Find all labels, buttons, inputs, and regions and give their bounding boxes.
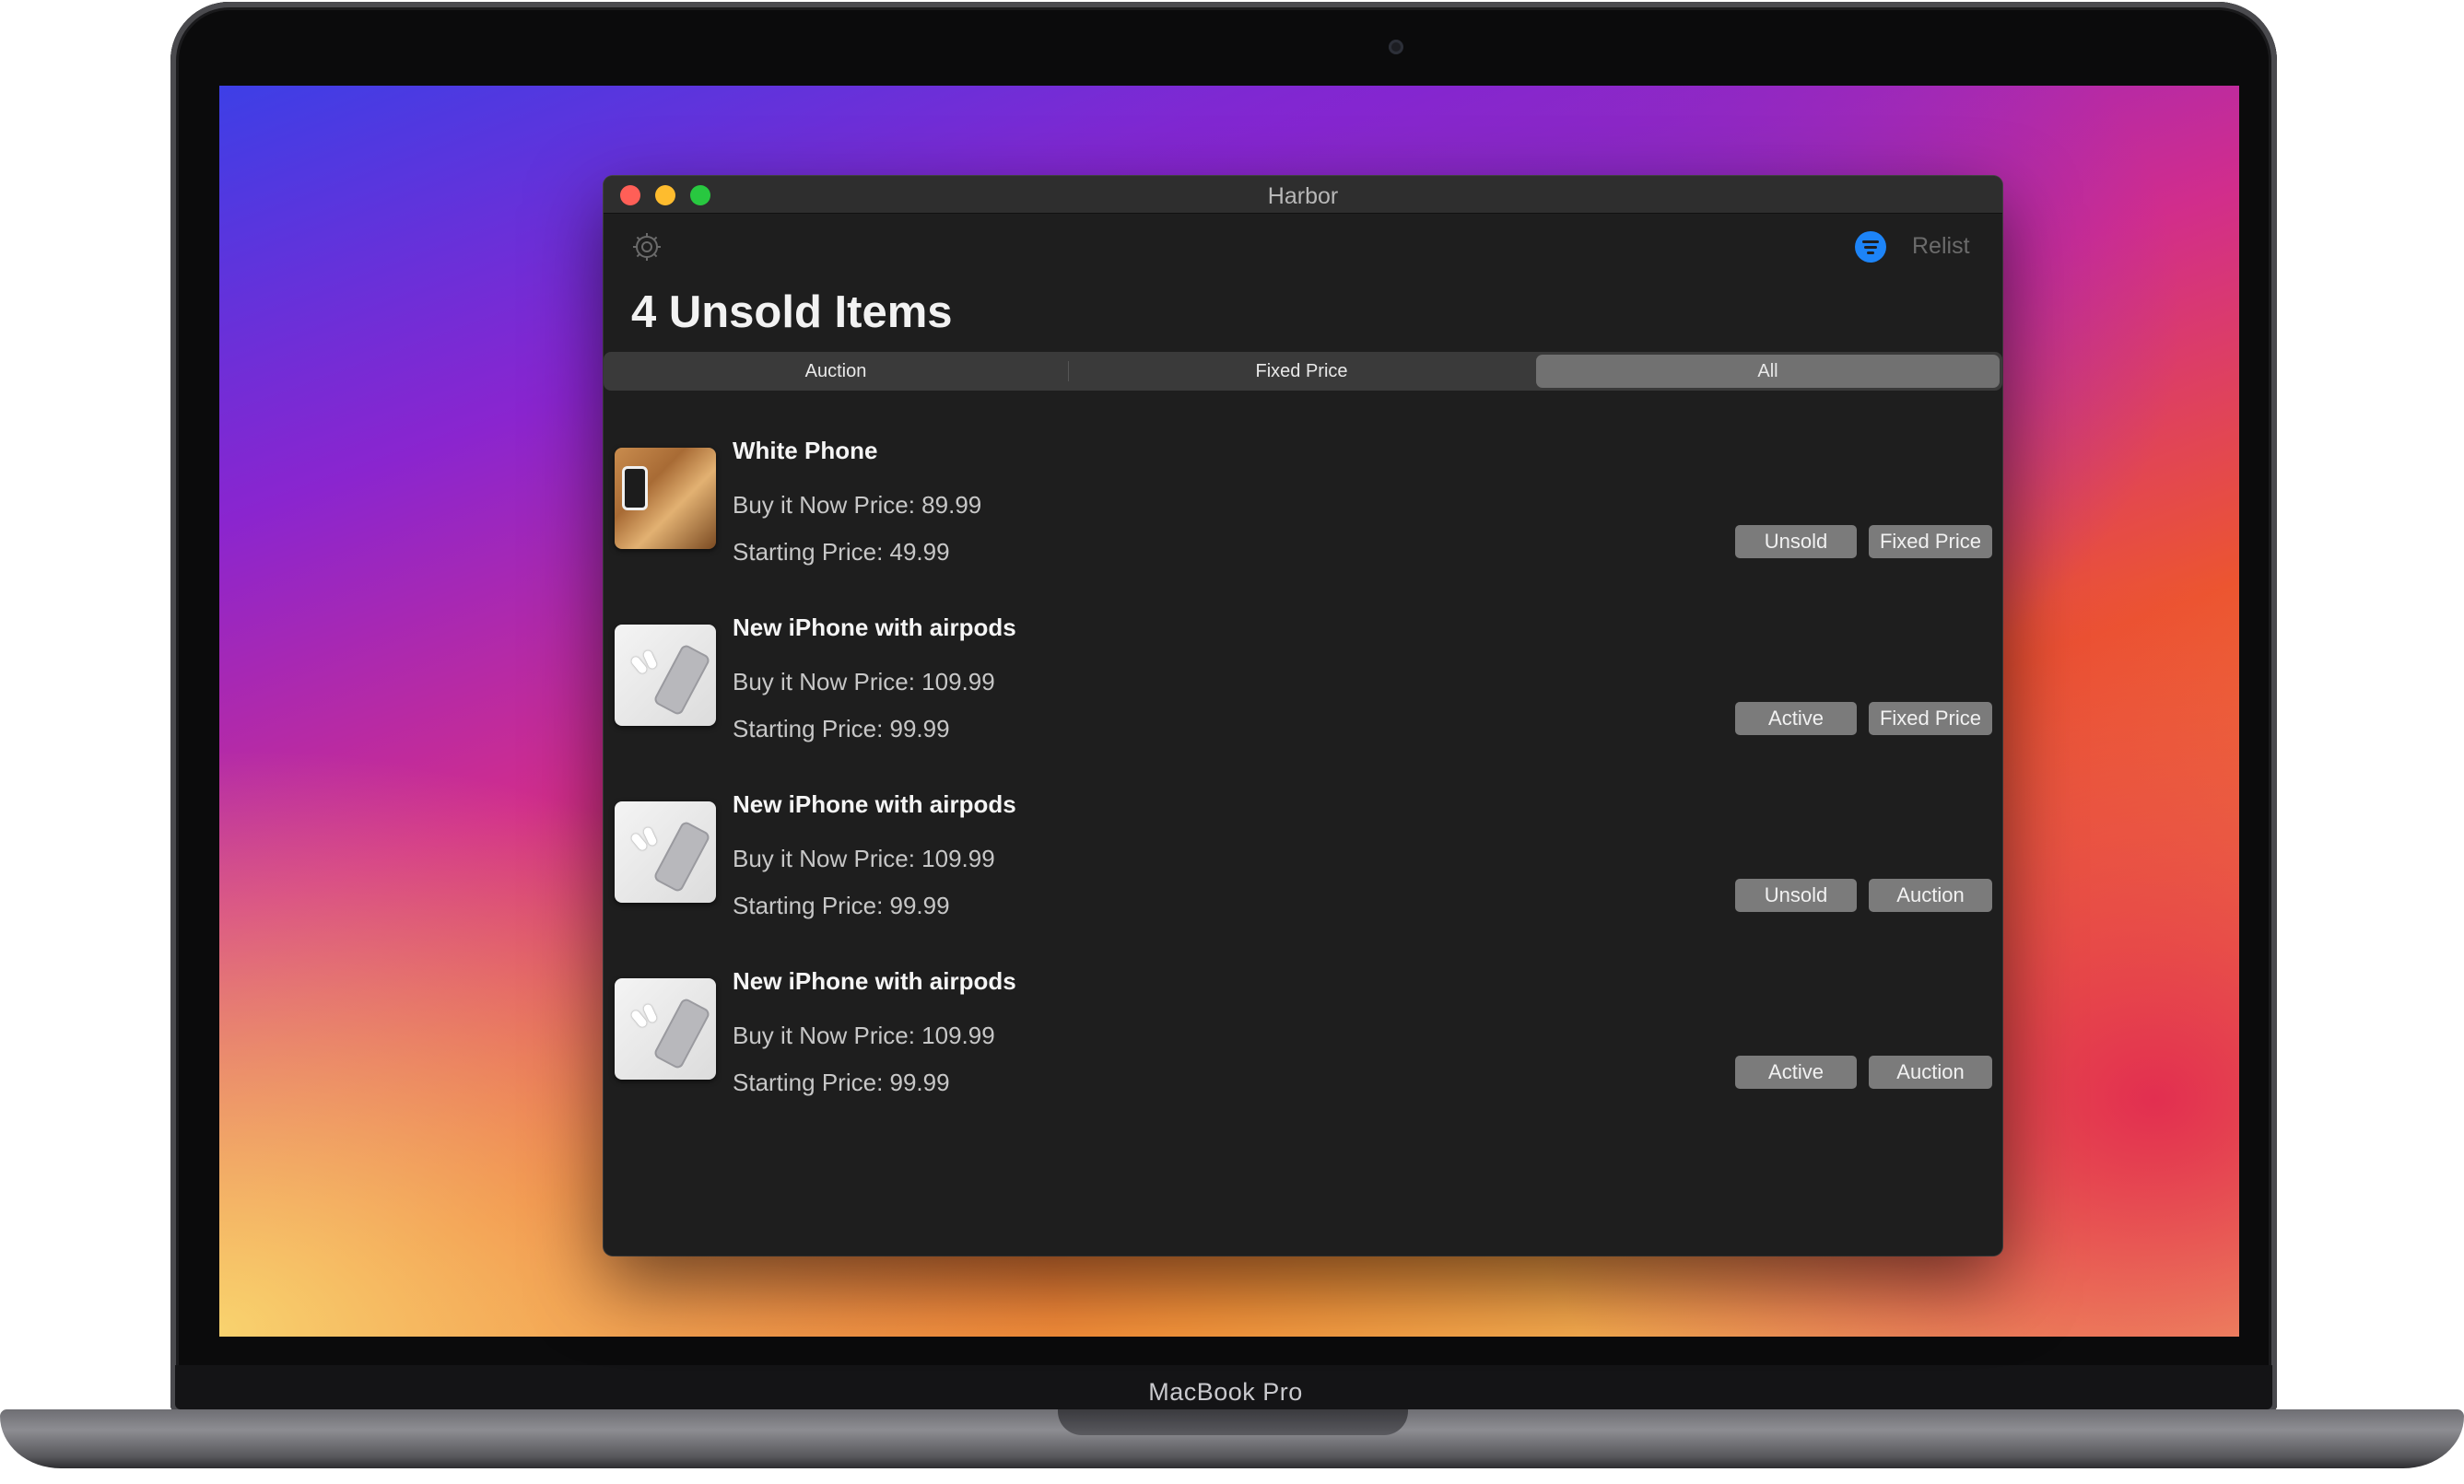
laptop-opening-notch <box>1058 1409 1408 1435</box>
item-starting-price: Starting Price: 99.99 <box>733 1069 950 1096</box>
item-status-button[interactable]: Unsold <box>1735 525 1857 558</box>
item-buy-it-now-price: Buy it Now Price: 109.99 <box>733 668 995 695</box>
list-item[interactable]: White Phone Buy it Now Price: 89.99 Star… <box>604 425 2002 590</box>
item-starting-price: Starting Price: 49.99 <box>733 538 950 566</box>
list-item[interactable]: New iPhone with airpods Buy it Now Price… <box>604 778 2002 944</box>
item-title: White Phone <box>733 437 878 464</box>
item-listing-type-button[interactable]: Fixed Price <box>1869 702 1992 735</box>
list-item[interactable]: New iPhone with airpods Buy it Now Price… <box>604 602 2002 767</box>
item-starting-price: Starting Price: 99.99 <box>733 892 950 919</box>
list-item[interactable]: New iPhone with airpods Buy it Now Price… <box>604 955 2002 1121</box>
item-buy-it-now-price: Buy it Now Price: 109.99 <box>733 1022 995 1049</box>
item-starting-price: Starting Price: 99.99 <box>733 715 950 742</box>
window-title: Harbor <box>1267 183 1339 209</box>
camera-icon <box>1389 40 1403 54</box>
item-buy-it-now-price: Buy it Now Price: 109.99 <box>733 845 995 872</box>
item-thumbnail <box>615 625 716 726</box>
item-title: New iPhone with airpods <box>733 790 1016 818</box>
item-thumbnail <box>615 801 716 903</box>
item-status-button[interactable]: Unsold <box>1735 879 1857 912</box>
filter-icon[interactable] <box>1855 231 1886 263</box>
item-listing-type-button[interactable]: Fixed Price <box>1869 525 1992 558</box>
item-buy-it-now-price: Buy it Now Price: 89.99 <box>733 491 982 519</box>
item-thumbnail <box>615 978 716 1080</box>
device-brand-label: MacBook Pro <box>1148 1378 1303 1406</box>
title-bar[interactable]: Harbor <box>604 176 2002 214</box>
item-title: New iPhone with airpods <box>733 967 1016 995</box>
item-status-button[interactable]: Active <box>1735 1056 1857 1089</box>
item-thumbnail <box>615 448 716 549</box>
gear-icon[interactable] <box>631 231 663 263</box>
relist-button[interactable]: Relist <box>1912 233 1970 260</box>
item-listing-type-button[interactable]: Auction <box>1869 879 1992 912</box>
app-window: Harbor Relist 4 Unsold Items Auction Fix… <box>604 176 2002 1256</box>
item-status-button[interactable]: Active <box>1735 702 1857 735</box>
segment-fixed-price[interactable]: Fixed Price <box>1069 352 1534 391</box>
listing-type-segmented-control: Auction Fixed Price All <box>604 352 2002 391</box>
segment-all[interactable]: All <box>1536 355 2000 388</box>
item-title: New iPhone with airpods <box>733 613 1016 641</box>
segment-auction[interactable]: Auction <box>604 352 1068 391</box>
page-title: 4 Unsold Items <box>631 287 953 337</box>
item-listing-type-button[interactable]: Auction <box>1869 1056 1992 1089</box>
